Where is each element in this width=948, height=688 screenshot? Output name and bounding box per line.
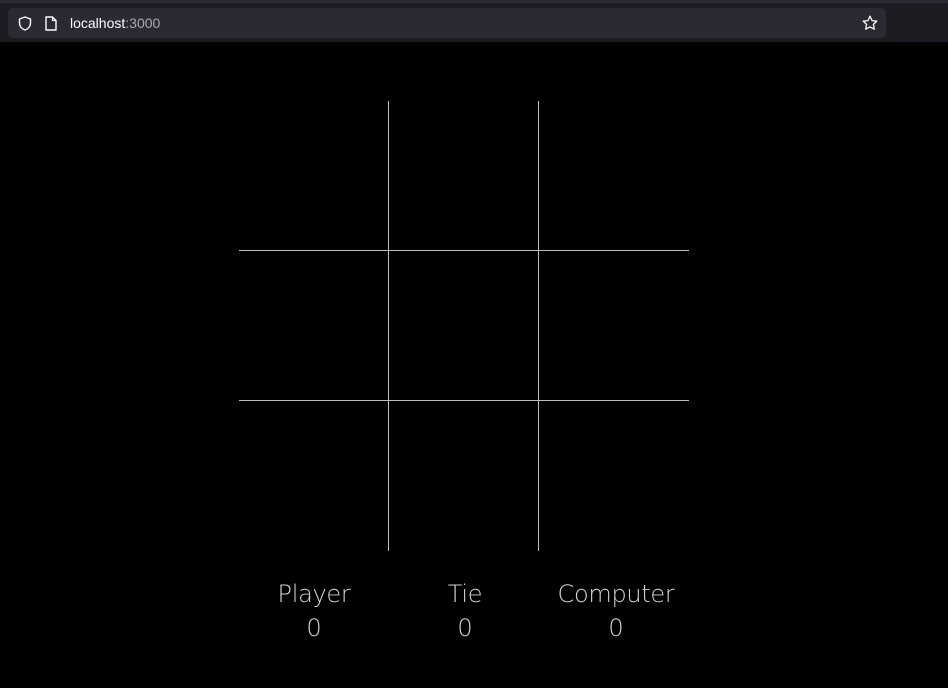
- url-text[interactable]: localhost:3000: [70, 14, 160, 32]
- board-cell-3[interactable]: [539, 101, 689, 251]
- player-score-value: 0: [306, 614, 322, 642]
- computer-score-value: 0: [608, 614, 624, 642]
- board-cell-9[interactable]: [539, 401, 689, 551]
- page-icon: [45, 16, 57, 31]
- url-port: :3000: [125, 15, 161, 31]
- url-host: localhost: [70, 15, 126, 31]
- tie-score: Tie 0: [390, 578, 540, 646]
- board-cell-8[interactable]: [389, 401, 539, 551]
- tie-score-label: Tie: [447, 580, 483, 608]
- board-cell-4[interactable]: [239, 251, 389, 401]
- browser-toolbar: localhost:3000: [0, 0, 948, 42]
- player-score: Player 0: [239, 578, 389, 646]
- computer-score-label: Computer: [557, 580, 675, 608]
- address-bar[interactable]: localhost:3000: [8, 8, 886, 38]
- board-cell-6[interactable]: [539, 251, 689, 401]
- board-cell-7[interactable]: [239, 401, 389, 551]
- scoreboard: Player 0 Tie 0 Computer 0: [0, 578, 948, 658]
- tie-score-value: 0: [457, 614, 473, 642]
- board-cell-5[interactable]: [389, 251, 539, 401]
- player-score-label: Player: [277, 580, 351, 608]
- tic-tac-toe-board: [239, 101, 689, 551]
- star-icon[interactable]: [862, 15, 878, 31]
- board-cell-1[interactable]: [239, 101, 389, 251]
- board-cell-2[interactable]: [389, 101, 539, 251]
- shield-icon[interactable]: [18, 16, 32, 31]
- computer-score: Computer 0: [541, 578, 691, 646]
